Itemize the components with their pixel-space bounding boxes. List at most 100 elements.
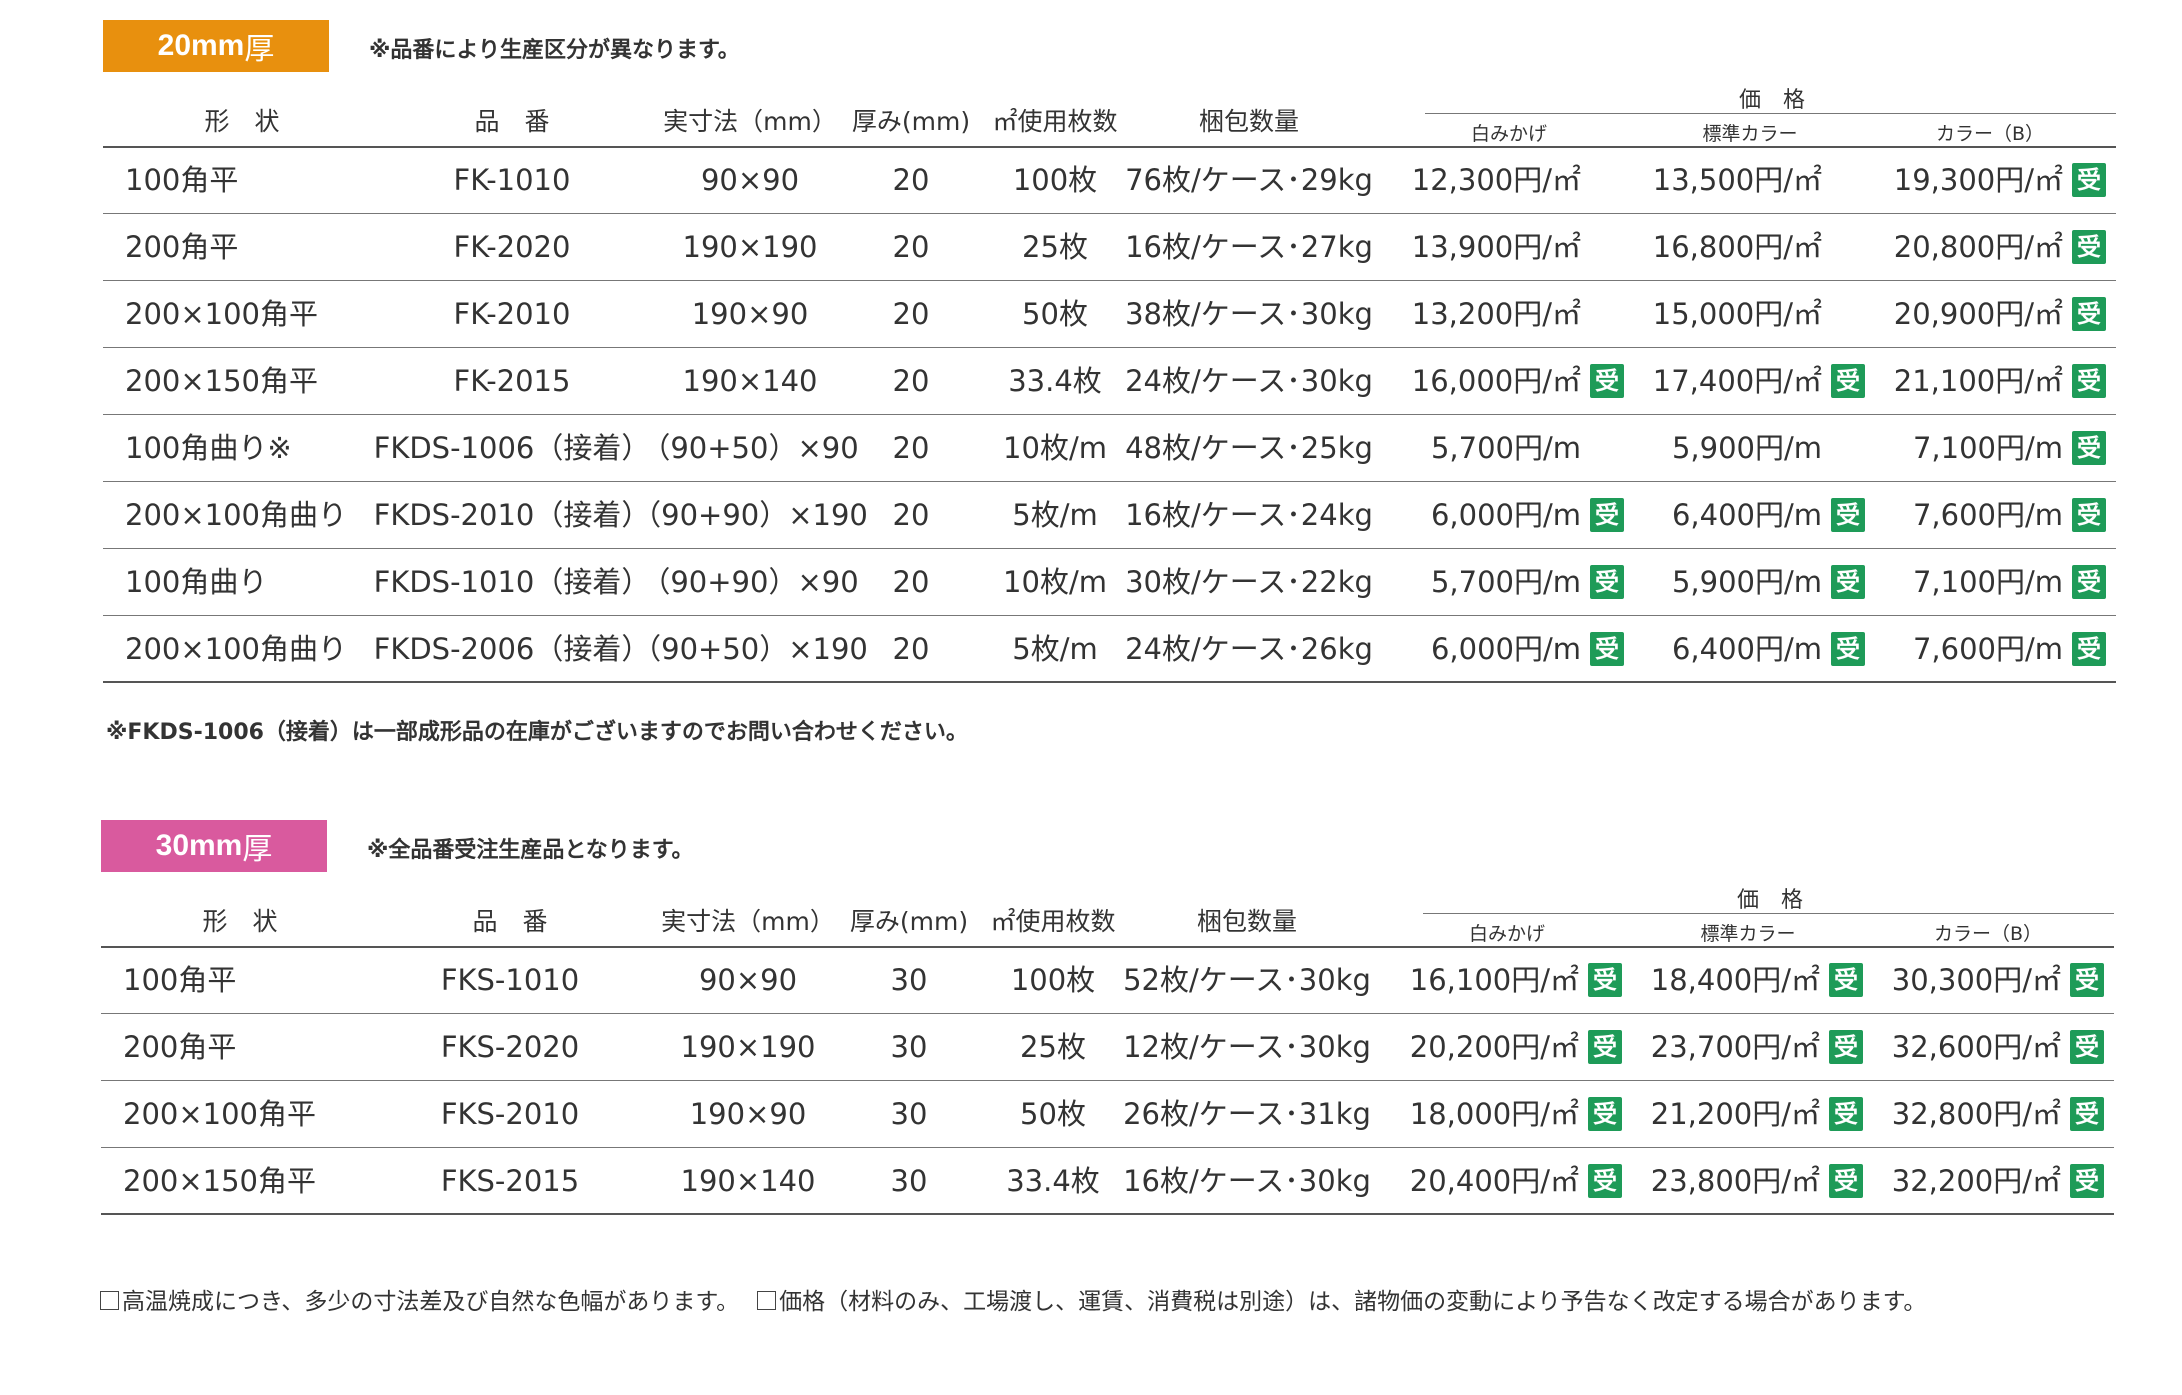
cell-code: FKDS-1010（接着） [373, 565, 651, 599]
cell-packing: 26枚/ケース･31kg [1123, 1097, 1371, 1131]
cell-p3: 7,100円/m [1912, 565, 2063, 599]
cell-p2: 6,400円/m [1671, 498, 1822, 532]
production-note: ※品番により生産区分が異なります。 [369, 38, 740, 63]
cell-thickness: 20 [892, 431, 930, 465]
cell-shape: 200×100角曲り [125, 632, 348, 666]
table-row: 100角曲り FKDS-1010（接着） （90+90）×90 20 10枚/m 30枚/… [103, 549, 2116, 616]
col-header-color-b: カラー（B） [1933, 923, 2043, 945]
made-to-order-badge-icon: 受 [1831, 565, 1865, 599]
cell-p3: 7,600円/m [1912, 498, 2063, 532]
cell-thickness: 20 [892, 297, 930, 331]
col-header-thickness: 厚み(mm) [849, 907, 969, 936]
cell-p1: 5,700円/m [1430, 565, 1581, 599]
cell-shape: 100角平 [125, 163, 239, 197]
col-header-size: 実寸法（mm） [663, 107, 837, 136]
cell-code: FKS-2015 [440, 1164, 580, 1198]
made-to-order-badge-icon: 受 [2072, 565, 2106, 599]
cell-size: 190×90 [689, 1097, 807, 1131]
cell-shape: 200×100角平 [123, 1097, 317, 1131]
cell-usage: 10枚/m [1003, 431, 1107, 465]
price-header-divider [1423, 913, 2114, 914]
made-to-order-badge-icon: 受 [2070, 1030, 2104, 1064]
table-row: 100角平 FKS-1010 90×90 30 100枚 52枚/ケース･30kg 16,1… [101, 947, 2114, 1014]
col-header-white: 白みかげ [1468, 923, 1546, 945]
cell-p1: 5,700円/m [1430, 431, 1581, 465]
cell-p2: 13,500円/㎡ [1652, 163, 1822, 197]
cell-p1: 18,000円/㎡ [1409, 1097, 1579, 1131]
table-row: 200×150角平 FK-2015 190×140 20 33.4枚 24枚/ケース･30… [103, 348, 2116, 415]
made-to-order-badge-icon: 受 [2072, 297, 2106, 331]
cell-packing: 52枚/ケース･30kg [1123, 963, 1371, 997]
made-to-order-badge-icon: 受 [1590, 565, 1624, 599]
cell-usage: 5枚/m [1012, 498, 1098, 532]
table-row: 200角平 FK-2020 190×190 20 25枚 16枚/ケース･27kg 13,9… [103, 214, 2116, 281]
made-to-order-badge-icon: 受 [2072, 431, 2106, 465]
col-header-standard-color: 標準カラー [1700, 923, 1796, 945]
cell-p1: 16,000円/㎡ [1411, 364, 1581, 398]
cell-p3: 32,200円/㎡ [1891, 1164, 2061, 1198]
cell-p2: 17,400円/㎡ [1652, 364, 1822, 398]
col-header-code: 品 番 [472, 907, 548, 936]
cell-packing: 24枚/ケース･30kg [1125, 364, 1373, 398]
footer-notes: 高温焼成につき、多少の寸法差及び自然な色幅があります。 価格（材料のみ、工場渡し、… [100, 1282, 1926, 1316]
cell-p1: 12,300円/㎡ [1411, 163, 1581, 197]
made-to-order-badge-icon: 受 [1831, 632, 1865, 666]
made-to-order-badge-icon: 受 [2072, 632, 2106, 666]
cell-shape: 200×150角平 [125, 364, 319, 398]
cell-thickness: 20 [892, 163, 930, 197]
cell-code: FK-1010 [453, 163, 571, 197]
table-row: 200角平 FKS-2020 190×190 30 25枚 12枚/ケース･30kg 20,… [101, 1014, 2114, 1081]
cell-p3: 20,900円/㎡ [1893, 297, 2063, 331]
table-row: 100角平 FK-1010 90×90 20 100枚 76枚/ケース･29kg 12,30… [103, 147, 2116, 214]
made-to-order-badge-icon: 受 [1590, 364, 1624, 398]
col-header-white: 白みかげ [1470, 123, 1548, 145]
production-note: ※全品番受注生産品となります。 [367, 838, 694, 863]
cell-thickness: 30 [890, 963, 928, 997]
col-header-thickness: 厚み(mm) [851, 107, 971, 136]
col-header-price: 価 格 [1736, 888, 1804, 913]
cell-shape: 200×100角曲り [125, 498, 348, 532]
cell-size: （90+90）×190 [632, 498, 868, 532]
col-header-code: 品 番 [474, 107, 550, 136]
cell-packing: 30枚/ケース･22kg [1125, 565, 1373, 599]
cell-packing: 16枚/ケース･27kg [1125, 230, 1373, 264]
table-footnote: ※FKDS-1006（接着）は一部成形品の在庫がございますのでお問い合わせくださ… [106, 720, 968, 745]
cell-code: FK-2020 [453, 230, 571, 264]
cell-p3: 32,800円/㎡ [1891, 1097, 2061, 1131]
cell-usage: 10枚/m [1003, 565, 1107, 599]
badge-number: 30mm [155, 829, 243, 862]
cell-packing: 16枚/ケース･30kg [1123, 1164, 1371, 1198]
cell-shape: 200×100角平 [125, 297, 319, 331]
made-to-order-badge-icon: 受 [1829, 1164, 1863, 1198]
cell-usage: 33.4枚 [1006, 1164, 1100, 1198]
cell-p2: 15,000円/㎡ [1652, 297, 1822, 331]
cell-code: FKDS-2006（接着） [373, 632, 651, 666]
made-to-order-badge-icon: 受 [1829, 963, 1863, 997]
cell-p3: 19,300円/㎡ [1893, 163, 2063, 197]
made-to-order-badge-icon: 受 [1590, 632, 1624, 666]
cell-code: FK-2010 [453, 297, 571, 331]
cell-shape: 100角平 [123, 963, 237, 997]
cell-usage: 33.4枚 [1008, 364, 1102, 398]
cell-size: （90+50）×190 [632, 632, 868, 666]
made-to-order-badge-icon: 受 [2070, 1164, 2104, 1198]
cell-code: FKS-2020 [440, 1030, 580, 1064]
badge-unit: 厚 [242, 833, 273, 866]
cell-thickness: 20 [892, 498, 930, 532]
cell-thickness: 20 [892, 230, 930, 264]
footer-note-2: 価格（材料のみ、工場渡し、運賃、消費税は別途）は、諸物価の変動により予告なく改定… [779, 1289, 1927, 1315]
table-row: 100角曲り※ FKDS-1006（接着） （90+50）×90 20 10枚/m 48枚… [103, 415, 2116, 482]
table-row: 200×100角平 FKS-2010 190×90 30 50枚 26枚/ケース･31kg… [101, 1081, 2114, 1148]
cell-p1: 13,200円/㎡ [1411, 297, 1581, 331]
made-to-order-badge-icon: 受 [2070, 1097, 2104, 1131]
cell-size: 90×90 [698, 963, 798, 997]
cell-p2: 5,900円/m [1671, 565, 1822, 599]
cell-p3: 7,100円/m [1912, 431, 2063, 465]
table-row: 200×100角平 FK-2010 190×90 20 50枚 38枚/ケース･30kg 1… [103, 281, 2116, 348]
table-row: 200×100角曲り FKDS-2006（接着） （90+50）×190 20 5枚/m… [103, 616, 2116, 683]
cell-shape: 200×150角平 [123, 1164, 317, 1198]
cell-usage: 100枚 [1012, 163, 1098, 197]
made-to-order-badge-icon: 受 [2072, 230, 2106, 264]
cell-size: 190×90 [691, 297, 809, 331]
cell-packing: 24枚/ケース･26kg [1125, 632, 1373, 666]
